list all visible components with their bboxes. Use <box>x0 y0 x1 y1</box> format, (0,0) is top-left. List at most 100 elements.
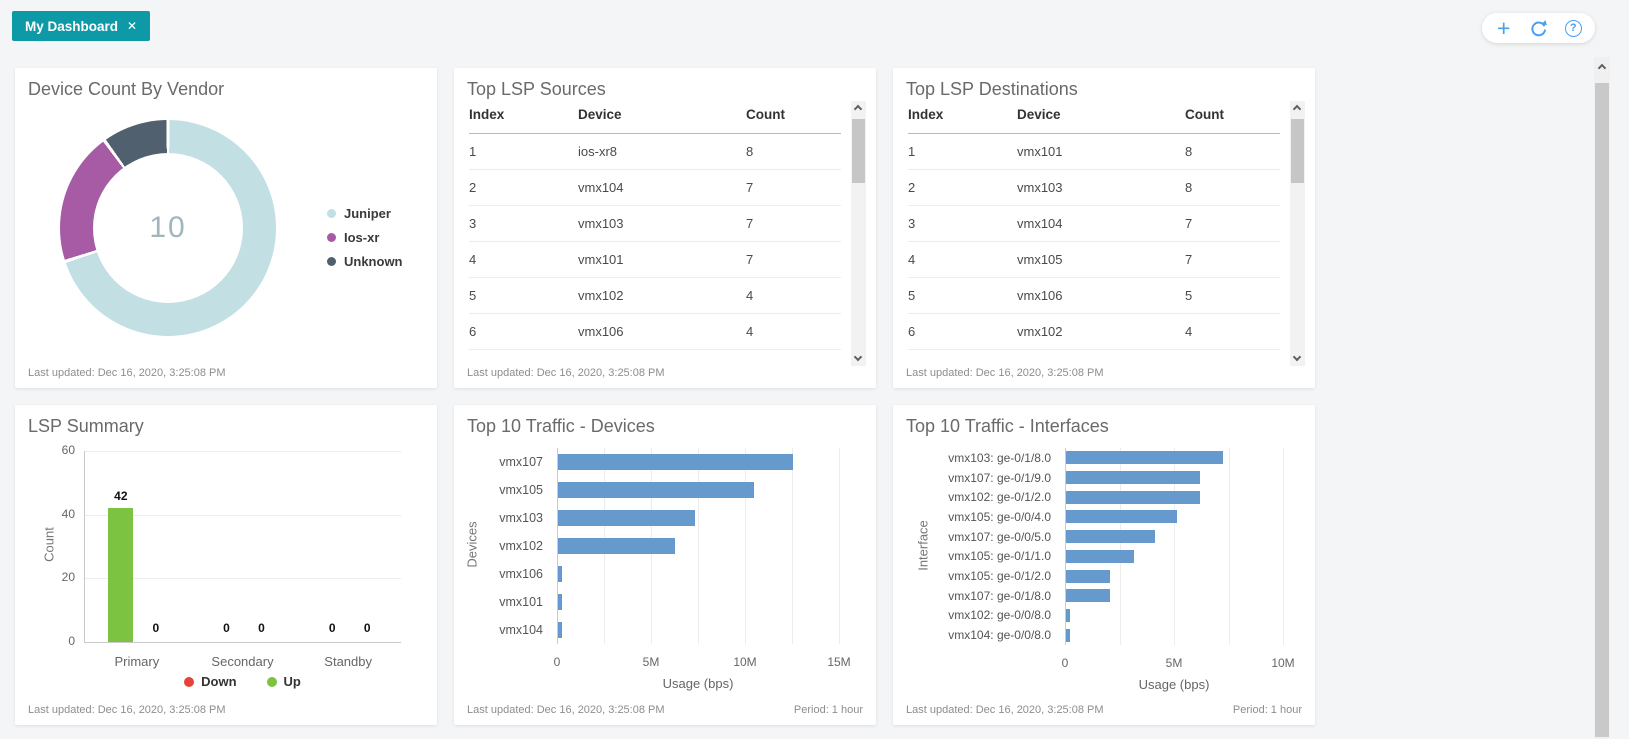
dashboard-grid: Device Count By Vendor 10 Juniper Ios-xr U… <box>15 68 1315 725</box>
table-cell: 5 <box>908 277 1017 314</box>
bar <box>558 622 562 638</box>
legend-item: Unknown <box>327 249 403 273</box>
scroll-down-icon[interactable] <box>1292 352 1302 363</box>
table-cell: 8 <box>1185 169 1280 206</box>
vendor-legend: Juniper Ios-xr Unknown <box>327 201 403 273</box>
table-cell: 7 <box>746 205 841 242</box>
legend-label: Juniper <box>344 205 391 221</box>
table-cell: 6 <box>469 313 578 350</box>
panel-top-lsp-destinations: Top LSP Destinations Index Device Count … <box>893 68 1315 388</box>
legend-label: Unknown <box>344 253 403 269</box>
legend-dot <box>184 676 195 687</box>
legend-label: Up <box>283 674 301 689</box>
refresh-icon <box>1529 19 1548 38</box>
table-cell: vmx101 <box>1017 133 1185 170</box>
x-tick-label: 0 <box>553 655 561 669</box>
add-widget-button[interactable]: + <box>1491 15 1517 41</box>
scrollbar-thumb[interactable] <box>852 119 865 183</box>
table-cell: 2 <box>908 169 1017 206</box>
table-cell: 1 <box>908 133 1017 170</box>
scrollbar-thumb[interactable] <box>1291 119 1304 183</box>
bar-value-label: 0 <box>258 621 265 635</box>
refresh-button[interactable] <box>1526 15 1552 41</box>
y-category-label: vmx107: ge-0/1/8.0 <box>948 588 1051 603</box>
bar <box>558 538 675 554</box>
y-category-label: vmx102: ge-0/0/8.0 <box>948 608 1051 623</box>
period-text: Period: 1 hour <box>793 704 863 716</box>
table-cell: vmx104 <box>1017 205 1185 242</box>
table-cell: 4 <box>469 241 578 278</box>
table-cell: 5 <box>469 277 578 314</box>
table-cell: vmx104 <box>578 169 746 206</box>
legend-label: Ios-xr <box>344 229 380 245</box>
help-button[interactable]: ? <box>1560 15 1586 41</box>
table-row: 1 vmx101 8 <box>908 133 1280 170</box>
panel-top-lsp-sources: Top LSP Sources Index Device Count 1 ios-… <box>454 68 876 388</box>
lsp-summary-bar-chart[interactable]: 0 20 40 60 Count Primary 42 0 Secondary 0 0 Standby… <box>15 405 437 725</box>
bar <box>1066 608 1071 622</box>
last-updated-text: Last updated: Dec 16, 2020, 3:25:08 PM <box>906 367 1104 379</box>
table-row: 5 vmx106 5 <box>908 277 1280 314</box>
bar-value-label: 0 <box>152 621 160 635</box>
table-scrollbar[interactable] <box>851 101 866 366</box>
panel-top-traffic-devices: Top 10 Traffic - Devices vmx107 vmx105 vmx… <box>454 405 876 725</box>
x-category-label: Primary <box>114 654 160 669</box>
traffic-devices-bar-chart[interactable]: vmx107 vmx105 vmx103 vmx102 vmx106 vmx101 vmx1… <box>454 405 876 725</box>
y-category-label: vmx101 <box>499 595 543 609</box>
table-cell: 8 <box>746 133 841 170</box>
y-tick-label: 60 <box>61 443 75 457</box>
last-updated-text: Last updated: Dec 16, 2020, 3:25:08 PM <box>28 704 226 716</box>
last-updated-text: Last updated: Dec 16, 2020, 3:25:08 PM <box>467 704 665 716</box>
vendor-donut-chart[interactable]: 10 <box>60 120 276 336</box>
bar-value-label: 42 <box>114 489 128 504</box>
scroll-down-icon[interactable] <box>853 352 863 363</box>
help-icon: ? <box>1564 19 1582 37</box>
scroll-up-icon[interactable] <box>1597 63 1606 73</box>
last-updated-text: Last updated: Dec 16, 2020, 3:25:08 PM <box>28 367 226 379</box>
panel-top-traffic-interfaces: Top 10 Traffic - Interfaces vmx103: ge-0… <box>893 405 1315 725</box>
donut-center-total: 10 <box>93 153 243 303</box>
column-header-device: Device <box>578 101 746 134</box>
scroll-up-icon[interactable] <box>853 104 863 114</box>
scroll-up-icon[interactable] <box>1292 104 1302 114</box>
bar <box>1066 451 1223 465</box>
bar <box>558 566 562 582</box>
table-cell: 7 <box>1185 241 1280 278</box>
panel-title: Top LSP Destinations <box>906 79 1078 99</box>
x-axis-label: Usage (bps) <box>662 676 734 691</box>
lsp-destinations-table: Index Device Count 1 vmx101 8 2 vmx103 8 3 vmx1… <box>908 101 1280 350</box>
x-tick-label: 5M <box>642 655 660 669</box>
y-category-label: vmx104 <box>499 623 543 637</box>
bar <box>1066 549 1134 563</box>
lsp-sources-table: Index Device Count 1 ios-xr8 8 2 vmx104 7 3 vmx… <box>469 101 841 350</box>
tab-label: My Dashboard <box>25 18 119 34</box>
period-text: Period: 1 hour <box>1232 704 1302 716</box>
panel-title: Device Count By Vendor <box>28 79 225 99</box>
gridline <box>1228 448 1230 645</box>
tab-my-dashboard[interactable]: My Dashboard ✕ <box>12 11 151 41</box>
tab-close-icon[interactable]: ✕ <box>127 19 137 33</box>
page-scrollbar[interactable] <box>1594 57 1610 739</box>
table-cell: 4 <box>746 277 841 314</box>
gridline <box>745 448 746 644</box>
y-axis-label: Interface <box>915 519 931 571</box>
table-row: 2 vmx103 8 <box>908 169 1280 206</box>
bar <box>558 510 696 526</box>
table-cell: vmx103 <box>578 205 746 242</box>
table-cell: 7 <box>746 241 841 278</box>
x-category-label: Standby <box>324 654 372 669</box>
column-header-device: Device <box>1017 101 1185 134</box>
x-tick-label: 15M <box>827 655 851 669</box>
table-cell: vmx106 <box>578 313 746 350</box>
table-row: 4 vmx105 7 <box>908 241 1280 278</box>
x-tick-label: 0 <box>1061 656 1069 670</box>
scrollbar-thumb[interactable] <box>1595 83 1609 737</box>
table-scrollbar[interactable] <box>1290 101 1305 366</box>
table-cell: vmx102 <box>578 277 746 314</box>
table-cell: 4 <box>1185 313 1280 350</box>
table-cell: 3 <box>908 205 1017 242</box>
table-row: 1 ios-xr8 8 <box>469 133 841 170</box>
traffic-interfaces-bar-chart[interactable]: vmx103: ge-0/1/8.0 vmx107: ge-0/1/9.0 vmx1… <box>893 405 1315 725</box>
gridline <box>839 448 840 644</box>
table-row: 5 vmx102 4 <box>469 277 841 314</box>
